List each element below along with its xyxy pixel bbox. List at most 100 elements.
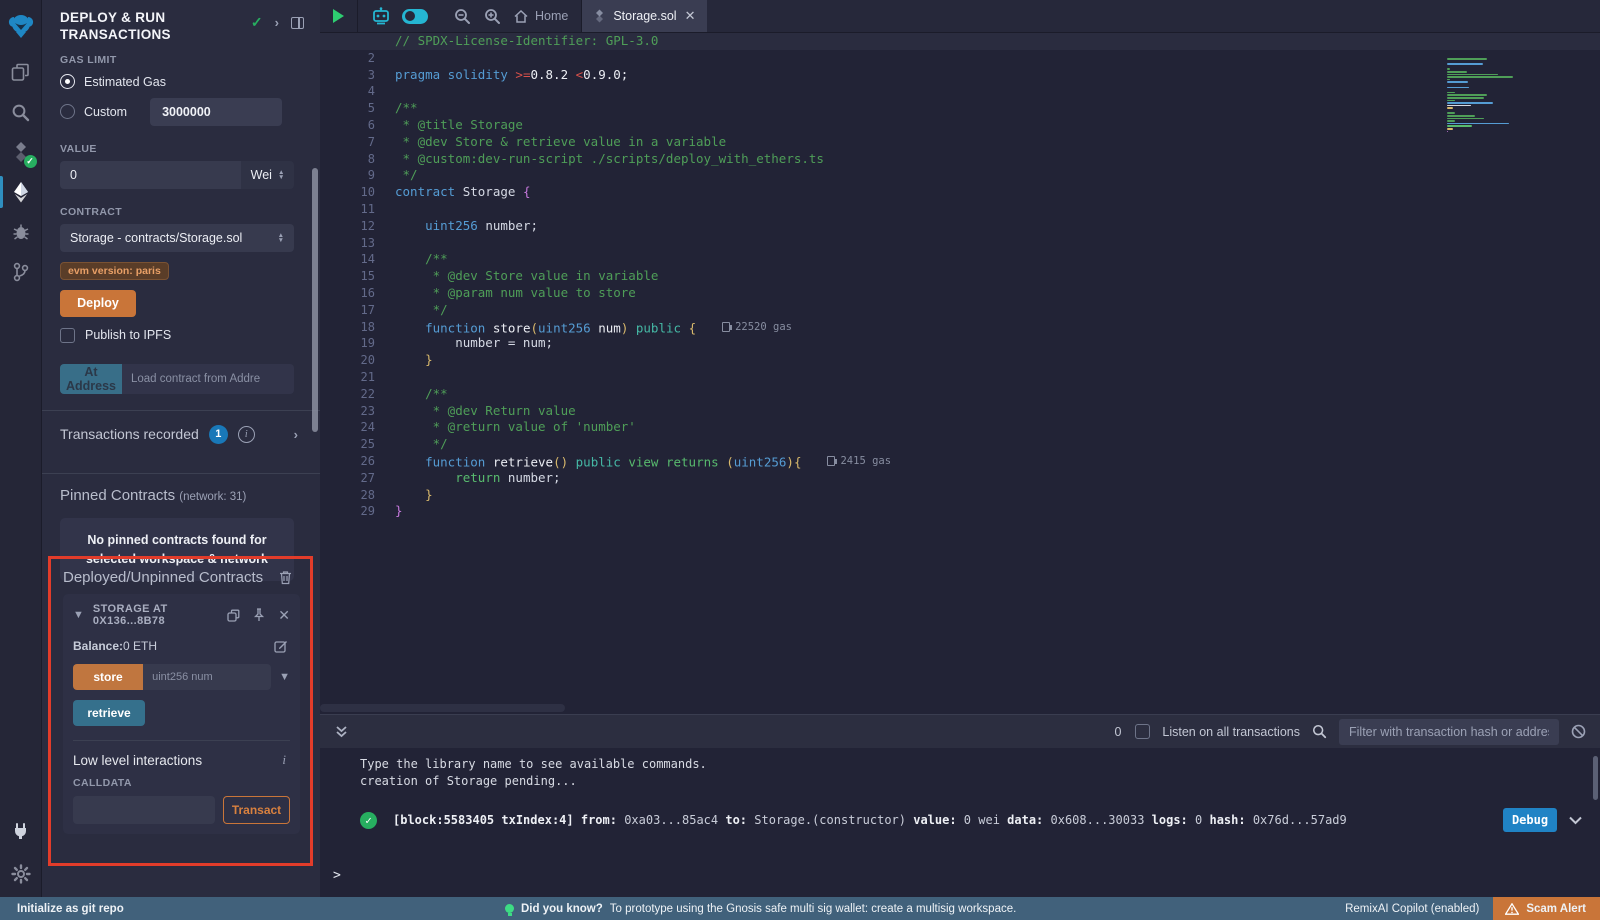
code-line[interactable]: /** xyxy=(395,386,1600,403)
git-icon xyxy=(12,262,30,282)
copy-address-icon[interactable] xyxy=(227,609,240,622)
code-line[interactable]: /** xyxy=(395,251,1600,268)
chevron-right-icon[interactable]: › xyxy=(275,15,279,30)
panel-title: DEPLOY & RUN TRANSACTIONS xyxy=(60,10,210,44)
tab-storage-sol[interactable]: Storage.sol ✕ xyxy=(582,0,707,32)
calldata-input[interactable] xyxy=(73,796,215,824)
remove-contract-icon[interactable]: ✕ xyxy=(278,607,290,624)
copilot-toggle[interactable] xyxy=(402,9,428,24)
terminal-scrollbar[interactable] xyxy=(1593,756,1598,800)
evm-version-badge: evm version: paris xyxy=(60,262,169,280)
custom-gas-input[interactable] xyxy=(150,98,282,126)
minimap[interactable] xyxy=(1447,58,1520,133)
code-line[interactable]: } xyxy=(395,352,1600,369)
at-address-button[interactable]: At Address xyxy=(60,364,122,394)
scam-alert-button[interactable]: Scam Alert xyxy=(1493,897,1600,920)
code-line[interactable]: function retrieve() public view returns … xyxy=(395,453,1600,470)
code-line[interactable]: number = num; xyxy=(395,335,1600,352)
pin-panel-icon[interactable] xyxy=(291,17,304,29)
code-line[interactable] xyxy=(395,201,1600,218)
code-line[interactable]: /** xyxy=(395,100,1600,117)
code-line[interactable]: * @dev Store & retrieve value in a varia… xyxy=(395,134,1600,151)
sidebar-item-search[interactable] xyxy=(0,92,42,132)
code-area[interactable]: // SPDX-License-Identifier: GPL-3.0pragm… xyxy=(395,33,1600,714)
transaction-filter-input[interactable] xyxy=(1339,719,1559,745)
sidebar-item-deploy-run[interactable] xyxy=(0,172,42,212)
tab-close-icon[interactable]: ✕ xyxy=(685,8,696,24)
estimated-gas-radio[interactable] xyxy=(60,74,75,89)
publish-ipfs-checkbox[interactable] xyxy=(60,328,75,343)
transactions-recorded-row[interactable]: Transactions recorded 1 i › xyxy=(60,411,304,457)
sidebar-item-git[interactable] xyxy=(0,252,42,292)
listen-all-checkbox[interactable] xyxy=(1135,724,1150,739)
code-line[interactable]: contract Storage { xyxy=(395,184,1600,201)
value-label: VALUE xyxy=(60,143,304,155)
git-init-button[interactable]: Initialize as git repo xyxy=(0,903,124,915)
sidebar-item-debugger[interactable] xyxy=(0,212,42,252)
code-line[interactable]: // SPDX-License-Identifier: GPL-3.0 xyxy=(320,33,1600,50)
code-line[interactable]: } xyxy=(395,503,1600,520)
transaction-log-row[interactable]: ✓ [block:5583405 txIndex:4] from: 0xa03.… xyxy=(320,808,1600,832)
code-line[interactable]: * @param num value to store xyxy=(395,285,1600,302)
store-argument-input[interactable] xyxy=(143,664,271,690)
code-line[interactable]: * @dev Return value xyxy=(395,403,1600,420)
code-line[interactable]: */ xyxy=(395,436,1600,453)
code-editor[interactable]: 1234567891011121314151617181920212223242… xyxy=(320,33,1600,714)
home-tab-button[interactable]: Home xyxy=(514,9,568,23)
code-line[interactable]: return number; xyxy=(395,470,1600,487)
expand-terminal-icon[interactable] xyxy=(334,724,349,739)
zoom-out-icon[interactable] xyxy=(454,8,471,25)
transact-button[interactable]: Transact xyxy=(223,796,290,824)
panel-scrollbar[interactable] xyxy=(312,168,318,432)
contract-select[interactable]: Storage - contracts/Storage.sol ▲▼ xyxy=(60,224,294,252)
plugin-manager-icon xyxy=(11,822,30,841)
code-line[interactable] xyxy=(395,83,1600,100)
line-number: 22 xyxy=(320,386,395,403)
search-icon[interactable] xyxy=(1312,724,1327,739)
code-line[interactable]: * @custom:dev-run-script ./scripts/deplo… xyxy=(395,151,1600,168)
debug-button[interactable]: Debug xyxy=(1503,808,1557,832)
pin-contract-icon[interactable] xyxy=(253,608,265,622)
sidebar-item-plugin-manager[interactable] xyxy=(0,811,42,851)
copilot-status[interactable]: RemixAI Copilot (enabled) xyxy=(1345,903,1493,915)
edit-balance-icon[interactable] xyxy=(274,639,288,653)
run-script-button[interactable] xyxy=(333,9,344,23)
chevron-down-icon[interactable] xyxy=(1569,813,1582,828)
code-line[interactable]: pragma solidity >=0.8.2 <0.9.0; xyxy=(395,67,1600,84)
code-line[interactable]: * @return value of 'number' xyxy=(395,419,1600,436)
info-icon[interactable]: i xyxy=(282,752,286,768)
retrieve-function-button[interactable]: retrieve xyxy=(73,700,145,726)
code-line[interactable]: */ xyxy=(395,167,1600,184)
trash-icon[interactable] xyxy=(279,570,292,585)
terminal[interactable]: Type the library name to see available c… xyxy=(320,748,1600,897)
chevron-right-icon[interactable]: › xyxy=(294,427,298,442)
code-line[interactable] xyxy=(395,50,1600,67)
code-line[interactable]: function store(uint256 num) public {2252… xyxy=(395,319,1600,336)
deploy-button[interactable]: Deploy xyxy=(60,290,136,317)
zoom-in-icon[interactable] xyxy=(484,8,501,25)
sidebar-item-solidity-compiler[interactable]: ✓ xyxy=(0,132,42,172)
code-line[interactable] xyxy=(395,235,1600,252)
ai-copilot-robot-icon[interactable] xyxy=(371,7,391,25)
code-line[interactable]: uint256 number; xyxy=(395,218,1600,235)
custom-gas-radio[interactable] xyxy=(60,104,75,119)
sidebar-item-file-explorer[interactable] xyxy=(0,52,42,92)
clear-console-icon[interactable] xyxy=(1571,724,1586,739)
value-input[interactable] xyxy=(60,161,241,189)
remix-logo[interactable] xyxy=(0,0,42,52)
code-line[interactable] xyxy=(395,369,1600,386)
store-function-button[interactable]: store xyxy=(73,664,143,690)
chevron-down-icon[interactable]: ▼ xyxy=(73,609,84,621)
at-address-input[interactable] xyxy=(122,364,294,394)
info-icon[interactable]: i xyxy=(238,426,255,443)
horizontal-scrollbar[interactable] xyxy=(320,702,1600,714)
code-line[interactable]: * @dev Store value in variable xyxy=(395,268,1600,285)
expand-function-icon[interactable]: ▼ xyxy=(279,671,290,683)
code-line[interactable]: */ xyxy=(395,302,1600,319)
sidebar-item-settings[interactable] xyxy=(0,851,42,897)
scrollbar-thumb[interactable] xyxy=(320,704,565,712)
value-unit-select[interactable]: Wei ▲▼ xyxy=(241,161,294,189)
terminal-prompt: > xyxy=(333,868,341,883)
code-line[interactable]: * @title Storage xyxy=(395,117,1600,134)
code-line[interactable]: } xyxy=(395,487,1600,504)
